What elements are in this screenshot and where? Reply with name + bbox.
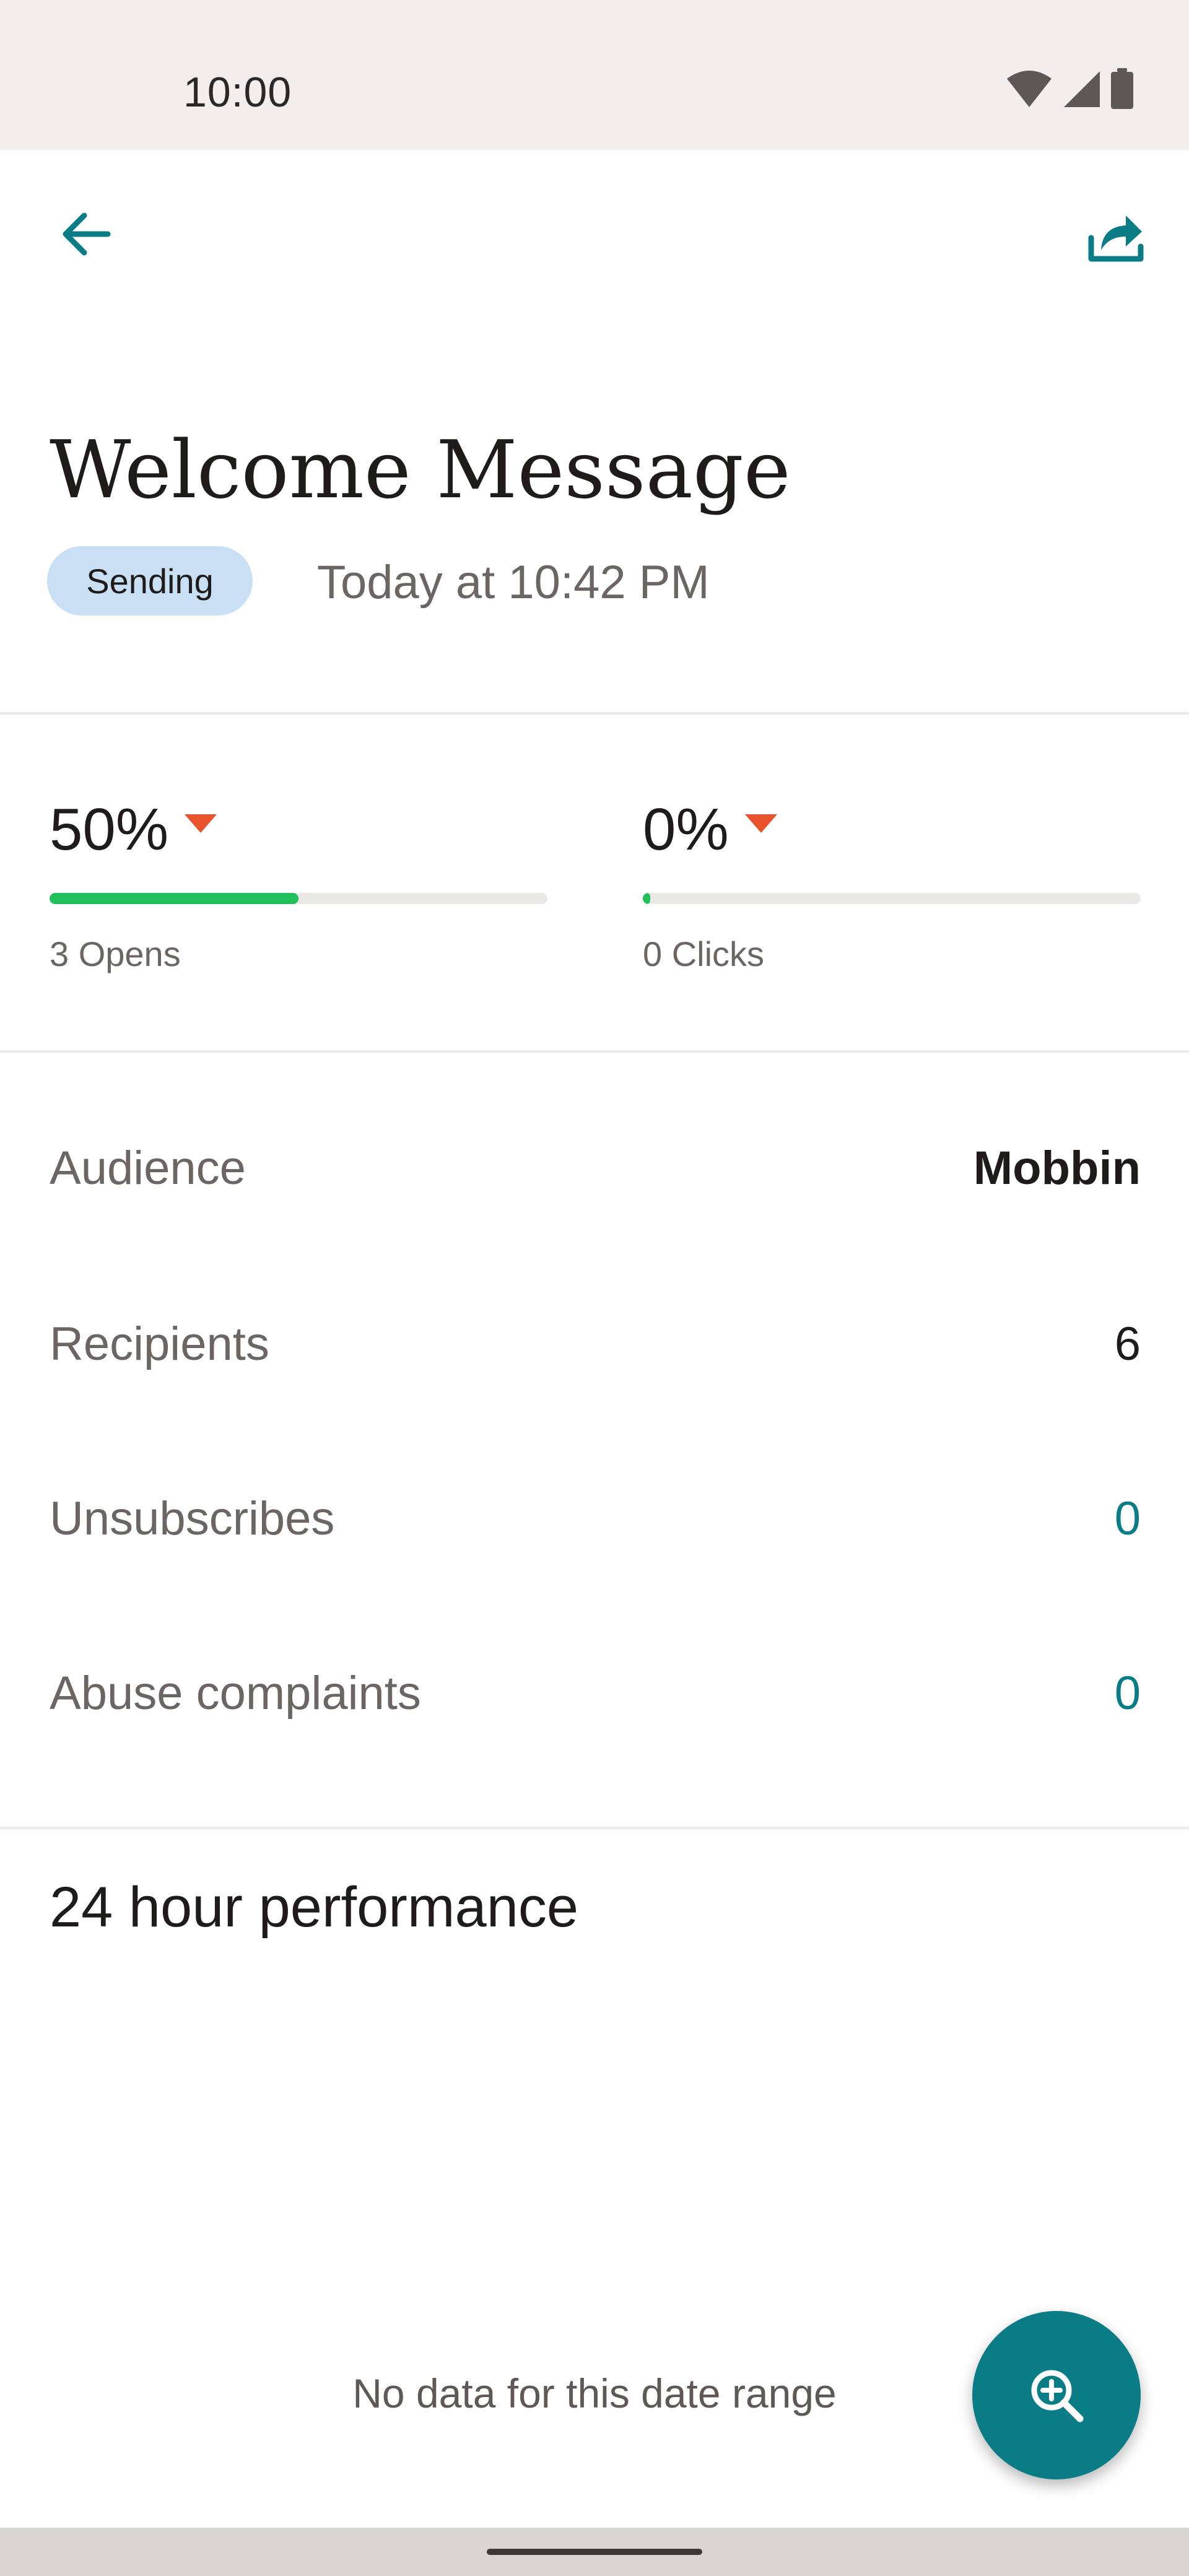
back-button[interactable] (42, 191, 129, 277)
recipients-value: 6 (1114, 1317, 1141, 1370)
triangle-down-icon (185, 814, 217, 833)
opens-rate: 50% (50, 796, 169, 863)
divider (0, 1050, 1189, 1053)
battery-icon (1111, 68, 1133, 109)
recipients-label: Recipients (50, 1317, 269, 1370)
status-badge: Sending (47, 546, 253, 616)
clicks-progress-bar (643, 893, 1141, 904)
wifi-icon (1007, 71, 1052, 107)
opens-progress-fill (50, 893, 298, 904)
status-icons (1006, 68, 1135, 109)
unsubscribes-value[interactable]: 0 (1115, 1492, 1141, 1546)
opens-progress-bar (50, 893, 547, 904)
abuse-complaints-row[interactable]: Abuse complaints 0 (50, 1650, 1141, 1736)
abuse-complaints-value[interactable]: 0 (1115, 1666, 1141, 1720)
abuse-complaints-label: Abuse complaints (50, 1666, 421, 1720)
clicks-count: 0 Clicks (643, 934, 765, 973)
clicks-stat: 0% 0 Clicks (643, 793, 1141, 973)
campaign-timestamp: Today at 10:42 PM (317, 556, 710, 609)
opens-count: 3 Opens (50, 934, 181, 973)
unsubscribes-row[interactable]: Unsubscribes 0 (50, 1475, 1141, 1562)
zoom-in-icon (1031, 2370, 1084, 2422)
app-bar (0, 150, 1189, 317)
audience-row: Audience Mobbin (50, 1125, 1141, 1211)
system-navigation-bar (0, 2528, 1189, 2576)
opens-stat-value-row: 50% (50, 793, 547, 867)
share-icon (1088, 215, 1144, 262)
divider (0, 1827, 1189, 1829)
divider (0, 712, 1189, 715)
clicks-progress-fill (643, 893, 650, 904)
audience-value: Mobbin (973, 1141, 1141, 1194)
triangle-down-icon (744, 814, 777, 833)
home-gesture-handle[interactable] (487, 2549, 702, 2555)
audience-label: Audience (50, 1141, 246, 1194)
campaign-title: Welcome Message (50, 424, 791, 516)
status-time: 10:00 (183, 69, 292, 116)
share-button[interactable] (1073, 191, 1159, 277)
performance-section-title: 24 hour performance (50, 1876, 579, 1939)
recipients-row: Recipients 6 (50, 1300, 1141, 1387)
zoom-button[interactable] (972, 2311, 1141, 2479)
status-bar: 10:00 (0, 0, 1189, 150)
arrow-left-icon (63, 212, 111, 256)
cellular-signal-icon (1064, 71, 1100, 107)
opens-stat: 50% 3 Opens (50, 793, 547, 973)
unsubscribes-label: Unsubscribes (50, 1492, 335, 1545)
clicks-stat-value-row: 0% (643, 793, 1141, 867)
clicks-rate: 0% (643, 796, 729, 863)
